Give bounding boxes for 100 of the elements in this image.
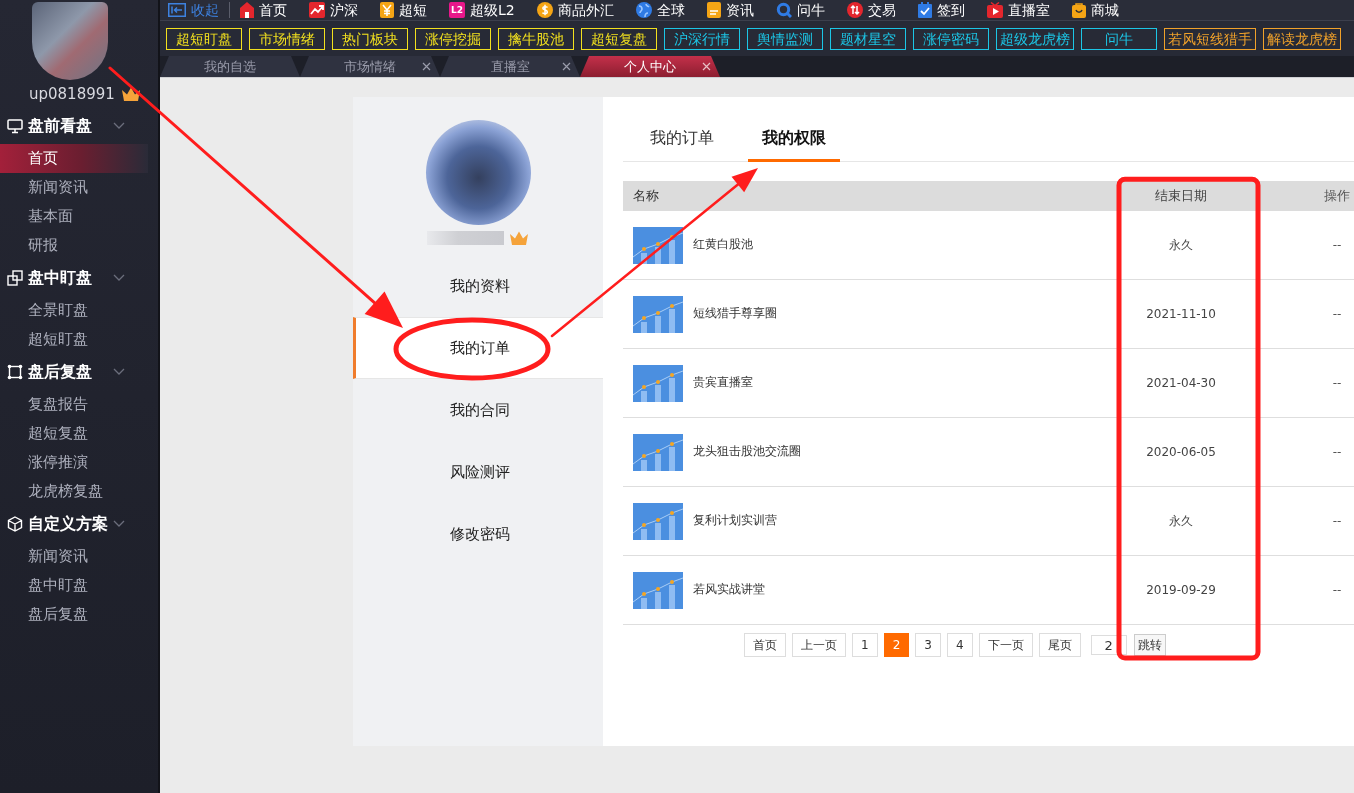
quick-link-button[interactable]: 涨停挖掘 [415,27,491,50]
sidebar-item[interactable]: 超短复盘 [0,419,148,448]
magnifier-icon [775,2,792,18]
pagination-button[interactable]: 尾页 [1038,633,1081,657]
sidebar-item[interactable]: 复盘报告 [0,390,148,419]
quick-link-button[interactable]: 问牛 [1081,27,1157,50]
sidebar-item[interactable]: 盘后复盘 [0,600,148,629]
product-name: 若风实战讲堂 [693,580,765,598]
quick-link-button[interactable]: 擒牛股池 [498,27,574,50]
sidebar-item[interactable]: 研报 [0,231,148,260]
toolbar-link[interactable]: 全球 [635,1,685,19]
end-date: 永久 [1169,238,1193,252]
tab[interactable]: 个人中心 [580,56,720,77]
tab[interactable]: 我的自选 [160,56,300,77]
layers-icon [7,270,23,286]
action-cell: -- [1332,583,1342,597]
profile-menu-item[interactable]: 修改密码 [353,503,603,565]
sidebar-item[interactable]: 超短盯盘 [0,325,148,354]
quick-link-button[interactable]: 若风短线猎手 [1164,27,1256,50]
sidebar-item[interactable]: 龙虎榜复盘 [0,477,148,506]
quick-link-button[interactable]: 沪深行情 [664,27,740,50]
end-date: 2019-09-29 [1146,583,1216,597]
action-cell: -- [1332,445,1342,459]
toolbar-link[interactable]: 沪深 [309,1,358,19]
bar-chart-thumbnail-icon [633,226,683,264]
toolbar-link[interactable]: 签到 [917,1,965,19]
toolbar-link[interactable]: 商城 [1071,1,1119,19]
quick-link-button[interactable]: 热门板块 [332,27,408,50]
end-date: 2021-04-30 [1146,376,1216,390]
end-date: 2020-06-05 [1146,445,1216,459]
sidebar-item[interactable]: 新闻资讯 [0,173,148,202]
sidebar-section-header[interactable]: 盘中盯盘 [0,260,158,296]
column-header: 结束日期 [1155,188,1207,204]
profile-menu-item[interactable]: 我的资料 [353,255,603,317]
close-icon[interactable] [562,62,571,71]
quick-link-button[interactable]: 解读龙虎榜 [1263,27,1341,50]
collapse-button[interactable]: 收起 [168,1,219,19]
crown-icon [509,230,529,246]
pagination-button[interactable]: 3 [915,633,941,657]
close-icon[interactable] [702,62,711,71]
avatar-placeholder[interactable] [32,2,108,80]
bar-chart-thumbnail-icon [633,502,683,540]
bar-chart-thumbnail-icon [633,433,683,471]
quick-link-button[interactable]: 题材星空 [830,27,906,50]
product-name: 贵宾直播室 [693,373,753,391]
up-down-arrows-icon [846,2,863,18]
quick-link-button[interactable]: 超短盯盘 [166,27,242,50]
sidebar-section-header[interactable]: 盘前看盘 [0,108,158,144]
product-name: 复利计划实训营 [693,511,777,529]
tab[interactable]: 我的订单 [636,118,728,162]
quick-link-button[interactable]: 涨停密码 [913,27,989,50]
quick-link-button[interactable]: 舆情监测 [747,27,823,50]
pagination-button[interactable]: 下一页 [978,633,1033,657]
calendar-check-icon [917,2,932,18]
l2-icon: L2 [449,2,465,18]
sidebar-section-header[interactable]: 自定义方案 [0,506,158,542]
action-cell: -- [1332,238,1342,252]
quick-link-button[interactable]: 超短复盘 [581,27,657,50]
tab[interactable]: 我的权限 [748,118,840,162]
sidebar-item[interactable]: 基本面 [0,202,148,231]
pagination-button[interactable]: 上一页 [792,633,846,657]
close-icon[interactable] [422,62,431,71]
toolbar-link[interactable]: 问牛 [775,1,825,19]
toolbar-link[interactable]: 直播室 [986,1,1050,19]
action-cell: -- [1332,376,1342,390]
bar-chart-thumbnail-icon [633,364,683,402]
pagination-button[interactable]: 首页 [744,633,786,657]
product-name: 龙头狙击股池交流圈 [693,442,801,460]
crown-icon [120,86,141,102]
sidebar-item[interactable]: 首页 [0,144,148,173]
username: up0818991 [29,84,115,104]
bar-chart-thumbnail-icon [633,295,683,333]
toolbar-link[interactable]: 交易 [846,1,896,19]
trend-chart-icon [309,2,325,18]
quick-link-button[interactable]: 超级龙虎榜 [996,27,1074,50]
action-cell: -- [1332,307,1342,321]
profile-menu-item[interactable]: 我的合同 [353,379,603,441]
toolbar-link[interactable]: 资讯 [706,1,754,19]
yen-icon [380,2,394,18]
profile-menu-item[interactable]: 风险测评 [353,441,603,503]
home-icon [240,2,254,18]
toolbar-link[interactable]: 首页 [240,1,287,19]
sidebar-item[interactable]: 盘中盯盘 [0,571,148,600]
toolbar-link[interactable]: 超短 [380,1,427,19]
toolbar-link[interactable]: L2 超级L2 [449,1,515,19]
collapse-icon [168,3,186,17]
sidebar-section-header[interactable]: 盘后复盘 [0,354,158,390]
sidebar-item[interactable]: 新闻资讯 [0,542,148,571]
end-date: 永久 [1169,514,1193,528]
globe-icon [635,2,652,18]
sidebar-item[interactable]: 涨停推演 [0,448,148,477]
tab[interactable]: 市场情绪 [300,56,440,77]
toolbar-link[interactable]: 商品外汇 [536,1,614,19]
quick-link-button[interactable]: 市场情绪 [249,27,325,50]
jump-button[interactable]: 跳转 [1133,634,1166,656]
pagination-button[interactable]: 1 [852,633,878,657]
tab[interactable]: 直播室 [440,56,580,77]
action-cell: -- [1332,514,1342,528]
sidebar-item[interactable]: 全景盯盘 [0,296,148,325]
pagination-button[interactable]: 4 [946,633,973,657]
